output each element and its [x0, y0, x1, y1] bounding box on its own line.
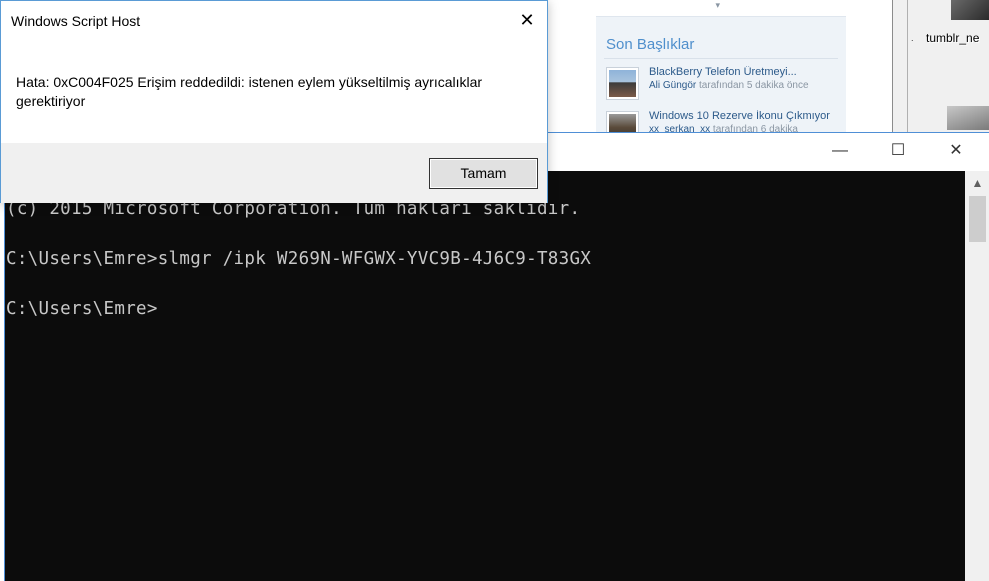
- topic-meta: Ali Güngör tarafından 5 dakika önce: [649, 80, 809, 91]
- previous-widget-box: ▾: [596, 0, 846, 17]
- avatar[interactable]: [606, 67, 639, 100]
- close-button[interactable]: ✕: [933, 133, 979, 171]
- console-prompt[interactable]: C:\Users\Emre>: [6, 299, 158, 319]
- browser-page-gap: [846, 0, 892, 135]
- recent-topic-item[interactable]: BlackBerry Telefon Üretmeyi... Ali Güngö…: [606, 66, 839, 107]
- console-line: C:\Users\Emre>slmgr /ipk W269N-WFGWX-YVC…: [6, 249, 592, 269]
- desktop-file-thumbnail[interactable]: [947, 106, 989, 130]
- author-link[interactable]: Ali Güngör: [649, 80, 696, 91]
- bullet-icon: .: [911, 33, 914, 43]
- divider: [604, 58, 838, 59]
- ok-button[interactable]: Tamam: [429, 158, 538, 189]
- scroll-up-icon[interactable]: ▲: [965, 173, 989, 193]
- desktop-file-label[interactable]: tumblr_ne: [926, 31, 979, 45]
- chevron-down-icon: ▾: [715, 0, 720, 10]
- scrollbar-thumb[interactable]: [969, 196, 986, 242]
- console-scrollbar[interactable]: ▲: [965, 171, 989, 581]
- divider: [907, 0, 908, 135]
- topic-title-link[interactable]: Windows 10 Rezerve İkonu Çıkmıyor: [649, 110, 839, 122]
- maximize-button[interactable]: ☐: [875, 133, 921, 171]
- desktop-file-thumbnail[interactable]: [951, 0, 989, 20]
- recent-topics-title: Son Başlıklar: [606, 36, 695, 53]
- console-output[interactable]: (c) 2015 Microsoft Corporation. Tüm hakl…: [5, 171, 965, 581]
- close-icon[interactable]: ✕: [505, 3, 549, 37]
- error-dialog: Windows Script Host ✕ Hata: 0xC004F025 E…: [0, 0, 548, 203]
- dialog-message: Hata: 0xC004F025 Erişim reddedildi: iste…: [16, 74, 483, 109]
- divider: [892, 0, 893, 135]
- desktop-strip: . tumblr_ne: [892, 0, 989, 135]
- topic-title-link[interactable]: BlackBerry Telefon Üretmeyi...: [649, 66, 839, 78]
- topic-time: tarafından 5 dakika önce: [699, 80, 809, 91]
- recent-topics-widget: ▾ Son Başlıklar BlackBerry Telefon Üretm…: [596, 0, 846, 135]
- minimize-button[interactable]: —: [817, 133, 863, 171]
- dialog-title: Windows Script Host: [11, 13, 141, 29]
